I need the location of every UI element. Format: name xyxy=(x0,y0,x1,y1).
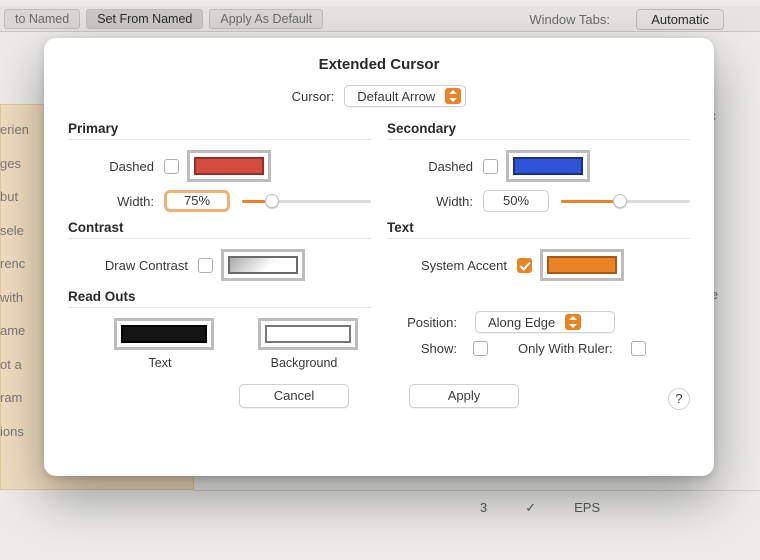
background-format-row: 3 ✓ EPS xyxy=(480,500,600,516)
readout-show-label: Show: xyxy=(387,341,467,356)
primary-color-swatch[interactable] xyxy=(187,150,271,182)
primary-width-label: Width: xyxy=(68,194,164,209)
readout-position-popup[interactable]: Along Edge xyxy=(475,311,615,333)
stepper-arrows-icon xyxy=(565,314,581,330)
primary-width-slider[interactable] xyxy=(242,192,371,210)
text-color-swatch[interactable] xyxy=(540,249,624,281)
secondary-width-field[interactable]: 50% xyxy=(483,190,549,212)
primary-heading: Primary xyxy=(68,121,371,136)
contrast-color-swatch[interactable] xyxy=(221,249,305,281)
background-toolbar: to Named Set From Named Apply As Default… xyxy=(0,6,760,32)
cancel-button[interactable]: Cancel xyxy=(239,384,349,408)
save-to-named-button[interactable]: to Named xyxy=(4,9,80,29)
readout-text-label: Text xyxy=(106,356,214,370)
cursor-popup-value: Default Arrow xyxy=(357,89,435,104)
draw-contrast-checkbox[interactable] xyxy=(198,258,213,273)
window-tabs-label: Window Tabs: xyxy=(529,12,610,27)
secondary-dashed-label: Dashed xyxy=(387,159,483,174)
set-from-named-button[interactable]: Set From Named xyxy=(86,9,203,29)
primary-dashed-checkbox[interactable] xyxy=(164,159,179,174)
cursor-label: Cursor: xyxy=(292,89,335,104)
readout-background-label: Background xyxy=(250,356,358,370)
readout-text-swatch[interactable] xyxy=(114,318,214,350)
readout-show-checkbox[interactable] xyxy=(473,341,488,356)
secondary-width-label: Width: xyxy=(387,194,483,209)
stepper-arrows-icon xyxy=(445,88,461,104)
apply-button[interactable]: Apply xyxy=(409,384,519,408)
extended-cursor-dialog: Extended Cursor Cursor: Default Arrow Pr… xyxy=(44,38,714,476)
secondary-heading: Secondary xyxy=(387,121,690,136)
apply-as-default-button[interactable]: Apply As Default xyxy=(209,9,323,29)
primary-dashed-label: Dashed xyxy=(68,159,164,174)
secondary-color-swatch[interactable] xyxy=(506,150,590,182)
readouts-heading: Read Outs xyxy=(68,289,371,304)
text-heading: Text xyxy=(387,220,690,235)
system-accent-label: System Accent xyxy=(387,258,517,273)
only-with-ruler-checkbox[interactable] xyxy=(631,341,646,356)
dialog-title: Extended Cursor xyxy=(68,56,690,73)
contrast-heading: Contrast xyxy=(68,220,371,235)
readout-background-swatch[interactable] xyxy=(258,318,358,350)
background-cropped-text: erien ges but sele renc with ame ot a ra… xyxy=(0,120,42,455)
secondary-width-slider[interactable] xyxy=(561,192,690,210)
draw-contrast-label: Draw Contrast xyxy=(68,258,198,273)
system-accent-checkbox[interactable] xyxy=(517,258,532,273)
readout-position-value: Along Edge xyxy=(488,315,555,330)
primary-width-field[interactable]: 75% xyxy=(164,190,230,212)
readout-position-label: Position: xyxy=(387,315,467,330)
help-button[interactable]: ? xyxy=(668,388,690,410)
only-with-ruler-label: Only With Ruler: xyxy=(518,341,613,356)
secondary-dashed-checkbox[interactable] xyxy=(483,159,498,174)
background-divider xyxy=(194,490,760,491)
cursor-popup[interactable]: Default Arrow xyxy=(344,85,466,107)
window-tabs-popup[interactable]: Automatic xyxy=(636,9,724,30)
